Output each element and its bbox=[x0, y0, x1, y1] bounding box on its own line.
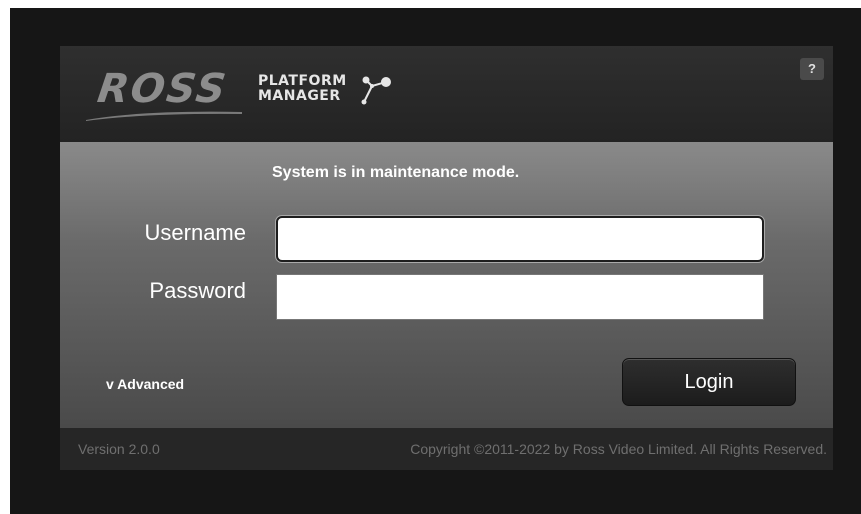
login-footer: Version 2.0.0 Copyright ©2011-2022 by Ro… bbox=[60, 428, 833, 470]
window-frame: ROSS PLATFORM MANAGER ? System is in mai… bbox=[10, 8, 861, 514]
platform-node-icon bbox=[361, 76, 391, 105]
logo-swoosh-icon bbox=[86, 111, 242, 121]
product-name-line1: PLATFORM bbox=[258, 73, 347, 89]
password-input[interactable] bbox=[276, 274, 764, 320]
maintenance-message: System is in maintenance mode. bbox=[272, 164, 520, 181]
help-button[interactable]: ? bbox=[800, 58, 824, 80]
login-panel: ROSS PLATFORM MANAGER ? System is in mai… bbox=[60, 46, 833, 470]
advanced-toggle[interactable]: v Advanced bbox=[106, 376, 184, 392]
login-button[interactable]: Login bbox=[622, 358, 796, 406]
copyright-text: Copyright ©2011-2022 by Ross Video Limit… bbox=[410, 441, 827, 457]
login-form: System is in maintenance mode. Username … bbox=[60, 142, 833, 428]
login-header: ROSS PLATFORM MANAGER ? bbox=[60, 46, 833, 142]
product-name: PLATFORM MANAGER bbox=[258, 74, 347, 104]
password-label: Password bbox=[149, 278, 246, 303]
username-label: Username bbox=[144, 220, 246, 245]
ross-logo: ROSS bbox=[94, 66, 231, 112]
version-text: Version 2.0.0 bbox=[78, 441, 160, 457]
username-input[interactable] bbox=[276, 216, 764, 262]
product-name-line2: MANAGER bbox=[258, 88, 341, 104]
